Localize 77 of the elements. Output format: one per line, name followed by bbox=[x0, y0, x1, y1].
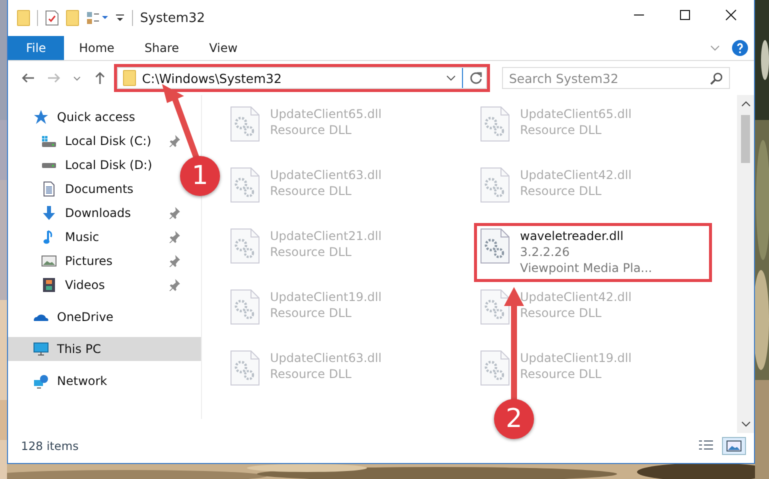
file-detail: Resource DLL bbox=[520, 122, 602, 138]
refresh-icon[interactable] bbox=[469, 71, 483, 85]
file-detail: Resource DLL bbox=[520, 183, 602, 199]
film-icon bbox=[41, 277, 57, 293]
file-name: UpdateClient21.dll bbox=[270, 228, 382, 244]
search-icon bbox=[710, 72, 723, 85]
scroll-down-icon[interactable] bbox=[740, 421, 750, 427]
address-bar[interactable]: C:\Windows\System32 bbox=[114, 64, 490, 92]
cloud-icon bbox=[33, 312, 49, 322]
sidebar-item[interactable]: OneDrive bbox=[8, 305, 180, 329]
gear-file-icon bbox=[230, 289, 260, 325]
sidebar-item[interactable]: Local Disk (C:) bbox=[8, 129, 180, 153]
drive-icon bbox=[41, 162, 57, 168]
file-name: UpdateClient63.dll bbox=[270, 167, 382, 183]
ribbon-tab[interactable]: Share bbox=[129, 36, 194, 60]
sidebar-item[interactable]: Downloads bbox=[8, 201, 180, 225]
help-icon[interactable] bbox=[732, 40, 748, 56]
file-detail: Resource DLL bbox=[270, 366, 352, 382]
file-detail: Resource DLL bbox=[270, 305, 352, 321]
sidebar-item[interactable]: Videos bbox=[8, 273, 180, 297]
gear-file-icon bbox=[480, 228, 510, 264]
gear-file-icon bbox=[230, 106, 260, 142]
file-tab[interactable]: File bbox=[8, 36, 64, 60]
file-name: waveletreader.dll bbox=[520, 228, 624, 244]
network-icon bbox=[33, 373, 49, 389]
file-name: UpdateClient19.dll bbox=[270, 289, 382, 305]
sidebar-item[interactable]: Quick access bbox=[8, 105, 180, 129]
sidebar-item[interactable]: This PC bbox=[8, 337, 201, 361]
ribbon-tab[interactable]: View bbox=[194, 36, 253, 60]
file-detail: Resource DLL bbox=[520, 305, 602, 321]
gear-file-icon bbox=[480, 289, 510, 325]
sidebar-item[interactable]: Local Disk (D:) bbox=[8, 153, 180, 177]
file-detail: Resource DLL bbox=[270, 183, 352, 199]
gear-file-icon bbox=[230, 167, 260, 203]
properties-icon[interactable] bbox=[45, 10, 59, 26]
address-path: C:\Windows\System32 bbox=[142, 70, 282, 86]
scroll-thumb[interactable] bbox=[741, 115, 750, 163]
landscape-thumbnail-icon bbox=[726, 439, 742, 453]
window-title: System32 bbox=[140, 10, 206, 26]
file-detail: Resource DLL bbox=[270, 244, 352, 260]
file-name: UpdateClient42.dll bbox=[520, 167, 632, 183]
gear-file-icon bbox=[230, 350, 260, 386]
computer-icon bbox=[33, 341, 49, 357]
file-detail: 3.2.2.26 bbox=[520, 244, 571, 260]
star-icon bbox=[33, 109, 49, 125]
ribbon-tab[interactable]: Home bbox=[64, 36, 130, 60]
scrollbar[interactable] bbox=[737, 95, 754, 433]
expand-ribbon-icon[interactable] bbox=[710, 45, 720, 51]
file-item[interactable]: waveletreader.dll 3.2.2.26 Viewpoint Media Pla... bbox=[474, 223, 712, 282]
sidebar-item[interactable]: Network bbox=[8, 369, 180, 393]
scroll-up-icon[interactable] bbox=[740, 101, 750, 107]
gear-file-icon bbox=[230, 228, 260, 264]
dropdown-icon[interactable] bbox=[446, 75, 456, 81]
large-icons-view-button[interactable] bbox=[722, 437, 746, 455]
gear-file-icon bbox=[480, 350, 510, 386]
gear-file-icon bbox=[480, 106, 510, 142]
file-name: UpdateClient65.dll bbox=[270, 106, 382, 122]
file-name: UpdateClient65.dll bbox=[520, 106, 632, 122]
item-count: 128 items bbox=[21, 439, 79, 453]
search-field[interactable]: Search System32 bbox=[502, 67, 730, 89]
document-icon bbox=[41, 181, 57, 197]
file-name: UpdateClient63.dll bbox=[270, 350, 382, 366]
sidebar-item[interactable]: Documents bbox=[8, 177, 180, 201]
sidebar-item[interactable]: Music bbox=[8, 225, 180, 249]
file-detail: Viewpoint Media Pla... bbox=[520, 260, 652, 276]
file-detail: Resource DLL bbox=[270, 122, 352, 138]
customize-icon[interactable] bbox=[115, 13, 125, 23]
gear-file-icon bbox=[480, 167, 510, 203]
drive-icon bbox=[41, 134, 57, 148]
folder-icon bbox=[123, 70, 136, 86]
picture-icon bbox=[41, 253, 57, 269]
file-name: UpdateClient19.dll bbox=[520, 350, 632, 366]
file-detail: Resource DLL bbox=[520, 366, 602, 382]
sidebar-item[interactable]: Pictures bbox=[8, 249, 180, 273]
download-arrow-icon bbox=[41, 205, 57, 221]
view-options-icon[interactable] bbox=[86, 11, 108, 25]
file-name: UpdateClient42.dll bbox=[520, 289, 632, 305]
